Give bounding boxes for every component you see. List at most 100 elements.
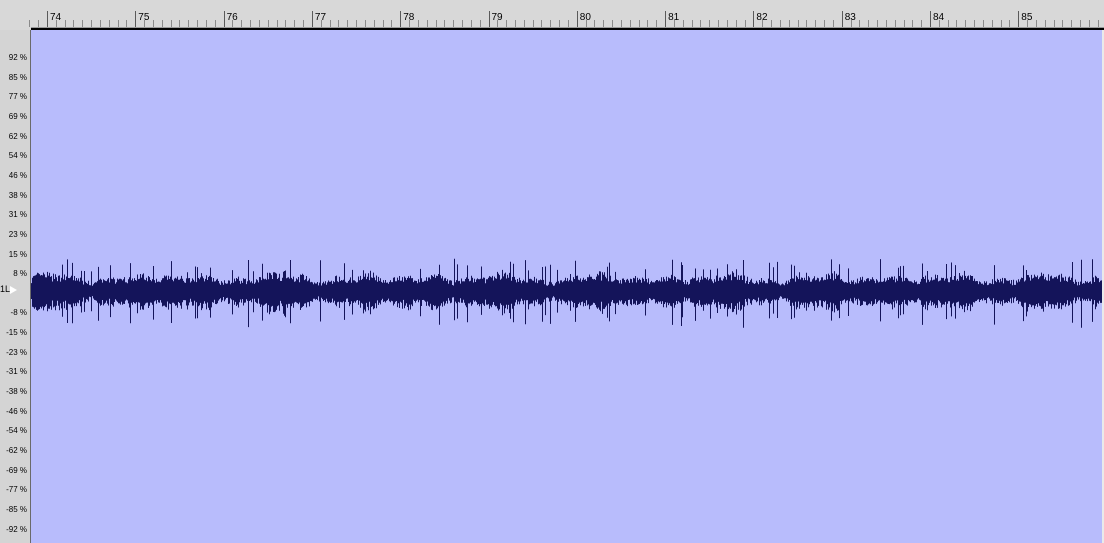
- amplitude-label: 23 %: [8, 229, 27, 239]
- ruler-minor-tick: [108, 20, 110, 27]
- ruler-minor-tick: [947, 20, 949, 27]
- ruler-minor-tick: [550, 20, 552, 27]
- amplitude-label: 31 %: [8, 210, 27, 220]
- ruler-minor-tick: [1044, 20, 1046, 27]
- ruler-label: 77: [314, 12, 327, 23]
- ruler-minor-tick: [426, 20, 428, 27]
- ruler-minor-tick: [806, 20, 808, 27]
- amplitude-label: -15 %: [6, 328, 27, 338]
- ruler-minor-tick: [726, 20, 728, 27]
- ruler-label: 85: [1021, 12, 1033, 23]
- ruler-label: 78: [403, 12, 415, 23]
- ruler-minor-tick: [877, 20, 879, 27]
- amplitude-label: -23 %: [6, 347, 27, 357]
- ruler-minor-tick: [453, 20, 455, 27]
- amplitude-scale: 92 % 85 % 77 % 69 % 62 % 54 % 46 % 38 % 31 % 23 %…: [0, 30, 31, 543]
- ruler-minor-tick: [29, 20, 31, 27]
- ruler-minor-tick: [691, 20, 693, 27]
- ruler-label: 81: [668, 12, 680, 23]
- ruler-minor-tick: [205, 20, 207, 27]
- amplitude-label: -46 %: [6, 406, 27, 416]
- amplitude-label: 62 %: [8, 131, 27, 141]
- amplitude-label: -31 %: [6, 367, 27, 377]
- ruler-minor-tick: [1097, 20, 1099, 27]
- ruler-major-tick: [930, 11, 931, 27]
- ruler-minor-tick: [974, 20, 976, 27]
- amplitude-label: 46 %: [8, 170, 27, 180]
- ruler-minor-tick: [356, 20, 358, 27]
- ruler-minor-tick: [462, 20, 463, 27]
- amplitude-label: -92 %: [6, 524, 27, 534]
- ruler-minor-tick: [170, 20, 172, 27]
- ruler-minor-tick: [126, 20, 128, 27]
- ruler-major-tick: [400, 11, 402, 27]
- amplitude-label: 92 %: [8, 53, 27, 62]
- ruler-minor-tick: [656, 20, 658, 27]
- ruler-major-tick: [753, 11, 755, 27]
- amplitude-label: -54 %: [6, 426, 27, 436]
- ruler-minor-tick: [603, 20, 605, 27]
- amplitude-label: -62 %: [6, 446, 27, 455]
- ruler-minor-tick: [347, 20, 349, 27]
- ruler-minor-tick: [99, 20, 101, 27]
- channel-marker-icon[interactable]: [10, 286, 17, 294]
- ruler-minor-tick: [1035, 20, 1037, 27]
- ruler-minor-tick: [391, 20, 393, 27]
- ruler-label: 76: [226, 12, 238, 23]
- ruler-minor-tick: [479, 20, 481, 27]
- ruler-minor-tick: [797, 20, 799, 27]
- ruler-minor-tick: [885, 20, 887, 27]
- ruler-minor-tick: [152, 20, 154, 27]
- ruler-major-tick: [488, 11, 490, 27]
- ruler-minor-tick: [258, 20, 260, 27]
- ruler-minor-tick: [514, 20, 516, 27]
- amplitude-label: -77 %: [6, 485, 27, 495]
- ruler-minor-tick: [921, 20, 923, 27]
- ruler-minor-tick: [903, 20, 905, 27]
- waveform-canvas[interactable]: [31, 30, 1102, 543]
- ruler-minor-tick: [197, 20, 199, 27]
- ruler-minor-tick: [620, 20, 622, 27]
- ruler-minor-tick: [382, 20, 384, 27]
- amplitude-label: -85 %: [6, 504, 27, 514]
- ruler-minor-tick: [629, 20, 631, 27]
- ruler-minor-tick: [559, 20, 561, 27]
- ruler-minor-tick: [991, 20, 993, 27]
- ruler-minor-tick: [364, 20, 366, 27]
- ruler-minor-tick: [161, 20, 163, 27]
- ruler-minor-tick: [417, 20, 419, 27]
- amplitude-label: -8 %: [10, 308, 27, 318]
- amplitude-label: 77 %: [8, 92, 27, 102]
- ruler-minor-tick: [285, 20, 287, 27]
- ruler-minor-tick: [267, 20, 269, 27]
- ruler-minor-tick: [214, 20, 216, 27]
- ruler-minor-tick: [541, 20, 543, 27]
- ruler-major-tick: [223, 11, 225, 27]
- waveform-track[interactable]: [31, 30, 1102, 543]
- ruler-minor-tick: [523, 20, 525, 27]
- ruler-minor-tick: [1088, 20, 1090, 27]
- ruler-minor-tick: [1080, 20, 1082, 27]
- ruler-minor-tick: [771, 20, 773, 27]
- ruler-minor-tick: [912, 20, 914, 27]
- channel-label: 1L: [0, 284, 11, 294]
- ruler-major-tick: [665, 11, 667, 27]
- ruler-minor-tick: [1062, 20, 1064, 27]
- ruler-minor-tick: [117, 20, 119, 27]
- ruler-minor-tick: [894, 20, 896, 27]
- ruler-minor-tick: [338, 20, 340, 27]
- amplitude-label: 38 %: [8, 190, 27, 200]
- amplitude-label: 54 %: [8, 151, 27, 161]
- timeline-ruler[interactable]: 74 75 76 77 78 79 80 81 82 83 84 85: [0, 0, 1104, 30]
- ruler-minor-tick: [64, 20, 66, 27]
- ruler-minor-tick: [373, 20, 375, 27]
- ruler-label: 80: [579, 12, 591, 23]
- ruler-minor-tick: [532, 20, 534, 27]
- amplitude-label: 15 %: [8, 249, 27, 259]
- ruler-minor-tick: [1000, 20, 1002, 27]
- ruler-label: 74: [50, 12, 62, 23]
- ruler-major-tick: [841, 11, 843, 27]
- ruler-minor-tick: [788, 20, 790, 27]
- amplitude-label: 8 %: [13, 269, 27, 279]
- ruler-label: 79: [491, 12, 503, 23]
